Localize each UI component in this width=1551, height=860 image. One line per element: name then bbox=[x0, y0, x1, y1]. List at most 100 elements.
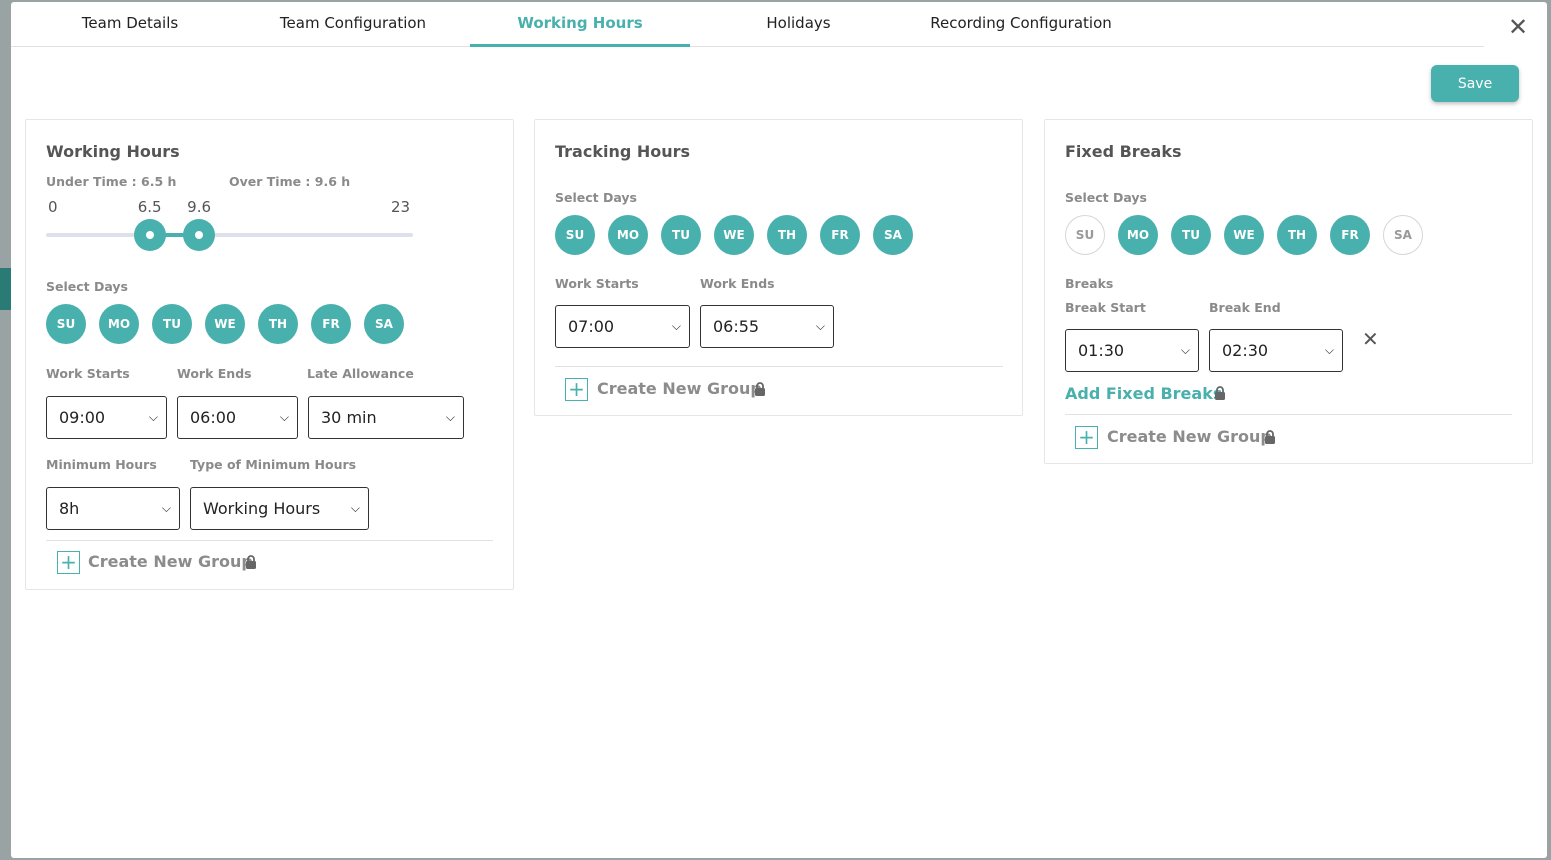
day-tu[interactable]: TU bbox=[661, 215, 701, 255]
save-button[interactable]: Save bbox=[1431, 65, 1519, 102]
plus-icon[interactable]: + bbox=[57, 551, 80, 574]
type-minimum-hours-select[interactable]: Working Hours ⌵ bbox=[190, 487, 369, 530]
card-title: Working Hours bbox=[46, 142, 180, 161]
selected-value: 06:00 bbox=[190, 408, 237, 427]
background-strip bbox=[0, 268, 11, 310]
selected-value: 30 min bbox=[321, 408, 377, 427]
tab-bar: Team Details Team Configuration Working … bbox=[11, 2, 1484, 47]
plus-icon[interactable]: + bbox=[1075, 426, 1098, 449]
chevron-down-icon: ⌵ bbox=[445, 410, 455, 424]
selected-value: 8h bbox=[59, 499, 80, 518]
chevron-down-icon: ⌵ bbox=[671, 319, 681, 333]
close-icon[interactable]: ✕ bbox=[1507, 15, 1529, 39]
day-mo[interactable]: MO bbox=[1118, 215, 1158, 255]
chevron-down-icon: ⌵ bbox=[1324, 343, 1334, 357]
divider bbox=[555, 366, 1003, 367]
selected-value: Working Hours bbox=[203, 499, 321, 518]
selected-value: 07:00 bbox=[568, 317, 615, 336]
day-mo[interactable]: MO bbox=[608, 215, 648, 255]
day-tu[interactable]: TU bbox=[1171, 215, 1211, 255]
day-fr[interactable]: FR bbox=[1330, 215, 1370, 255]
working-hours-card: Working Hours Under Time : 6.5 h Over Ti… bbox=[25, 119, 514, 590]
work-starts-label: Work Starts bbox=[46, 366, 130, 381]
lock-icon bbox=[246, 555, 256, 569]
slider-high-thumb[interactable] bbox=[183, 219, 216, 251]
minimum-hours-select[interactable]: 8h ⌵ bbox=[46, 487, 180, 530]
create-new-group-button[interactable]: Create New Group bbox=[88, 552, 253, 571]
selected-value: 01:30 bbox=[1078, 341, 1125, 360]
work-ends-select[interactable]: 06:00 ⌵ bbox=[177, 396, 298, 439]
work-starts-select[interactable]: 07:00 ⌵ bbox=[555, 305, 690, 348]
day-we[interactable]: WE bbox=[714, 215, 754, 255]
tab-recording-configuration[interactable]: Recording Configuration bbox=[916, 2, 1126, 47]
break-end-label: Break End bbox=[1209, 300, 1281, 315]
day-tu[interactable]: TU bbox=[152, 304, 192, 344]
slider-min-label: 0 bbox=[48, 198, 58, 216]
chevron-down-icon: ⌵ bbox=[350, 501, 360, 515]
tab-team-configuration[interactable]: Team Configuration bbox=[261, 2, 445, 47]
day-sa[interactable]: SA bbox=[364, 304, 404, 344]
day-fr[interactable]: FR bbox=[311, 304, 351, 344]
tab-holidays[interactable]: Holidays bbox=[741, 2, 856, 47]
day-we[interactable]: WE bbox=[1224, 215, 1264, 255]
create-new-group-button[interactable]: Create New Group bbox=[597, 379, 762, 398]
card-title: Fixed Breaks bbox=[1065, 142, 1182, 161]
tab-team-details[interactable]: Team Details bbox=[51, 2, 209, 47]
day-we[interactable]: WE bbox=[205, 304, 245, 344]
tracking-hours-card: Tracking Hours Select Days SU MO TU WE T… bbox=[534, 119, 1023, 416]
day-mo[interactable]: MO bbox=[99, 304, 139, 344]
break-start-label: Break Start bbox=[1065, 300, 1146, 315]
late-allowance-select[interactable]: 30 min ⌵ bbox=[308, 396, 464, 439]
day-su[interactable]: SU bbox=[1065, 215, 1105, 255]
work-ends-label: Work Ends bbox=[700, 276, 775, 291]
day-th[interactable]: TH bbox=[1277, 215, 1317, 255]
breaks-label: Breaks bbox=[1065, 276, 1114, 291]
day-su[interactable]: SU bbox=[46, 304, 86, 344]
chevron-down-icon: ⌵ bbox=[279, 410, 289, 424]
day-sa[interactable]: SA bbox=[1383, 215, 1423, 255]
slider-high-value-label: 9.6 bbox=[187, 198, 212, 216]
select-days-label: Select Days bbox=[1065, 190, 1147, 205]
break-end-select[interactable]: 02:30 ⌵ bbox=[1209, 329, 1343, 372]
lock-icon bbox=[1215, 386, 1225, 400]
under-time-label: Under Time : 6.5 h bbox=[46, 174, 177, 189]
break-start-select[interactable]: 01:30 ⌵ bbox=[1065, 329, 1199, 372]
select-days-label: Select Days bbox=[555, 190, 637, 205]
day-th[interactable]: TH bbox=[767, 215, 807, 255]
team-settings-modal: Team Details Team Configuration Working … bbox=[11, 2, 1547, 858]
lock-icon bbox=[1265, 430, 1275, 444]
chevron-down-icon: ⌵ bbox=[815, 319, 825, 333]
create-new-group-button[interactable]: Create New Group bbox=[1107, 427, 1272, 446]
remove-break-icon[interactable]: ✕ bbox=[1362, 327, 1379, 351]
selected-value: 09:00 bbox=[59, 408, 106, 427]
slider-low-thumb[interactable] bbox=[133, 219, 166, 251]
add-fixed-breaks-button[interactable]: Add Fixed Breaks bbox=[1065, 384, 1222, 403]
tab-working-hours[interactable]: Working Hours bbox=[470, 2, 690, 47]
minimum-hours-label: Minimum Hours bbox=[46, 457, 157, 472]
chevron-down-icon: ⌵ bbox=[161, 501, 171, 515]
lock-icon bbox=[755, 382, 765, 396]
slider-max-label: 23 bbox=[391, 198, 411, 216]
day-su[interactable]: SU bbox=[555, 215, 595, 255]
type-minimum-hours-label: Type of Minimum Hours bbox=[190, 457, 357, 472]
plus-icon[interactable]: + bbox=[565, 378, 588, 401]
slider-low-value-label: 6.5 bbox=[137, 198, 162, 216]
chevron-down-icon: ⌵ bbox=[1180, 343, 1190, 357]
work-ends-label: Work Ends bbox=[177, 366, 252, 381]
selected-value: 02:30 bbox=[1222, 341, 1269, 360]
chevron-down-icon: ⌵ bbox=[148, 410, 158, 424]
work-ends-select[interactable]: 06:55 ⌵ bbox=[700, 305, 834, 348]
card-title: Tracking Hours bbox=[555, 142, 691, 161]
divider bbox=[1065, 414, 1512, 415]
day-sa[interactable]: SA bbox=[873, 215, 913, 255]
late-allowance-label: Late Allowance bbox=[307, 366, 414, 381]
work-starts-label: Work Starts bbox=[555, 276, 639, 291]
over-time-label: Over Time : 9.6 h bbox=[229, 174, 351, 189]
day-th[interactable]: TH bbox=[258, 304, 298, 344]
divider bbox=[46, 540, 493, 541]
select-days-label: Select Days bbox=[46, 279, 128, 294]
work-starts-select[interactable]: 09:00 ⌵ bbox=[46, 396, 167, 439]
fixed-breaks-card: Fixed Breaks Select Days SU MO TU WE TH … bbox=[1044, 119, 1533, 464]
day-fr[interactable]: FR bbox=[820, 215, 860, 255]
hours-slider-track[interactable] bbox=[46, 233, 413, 237]
